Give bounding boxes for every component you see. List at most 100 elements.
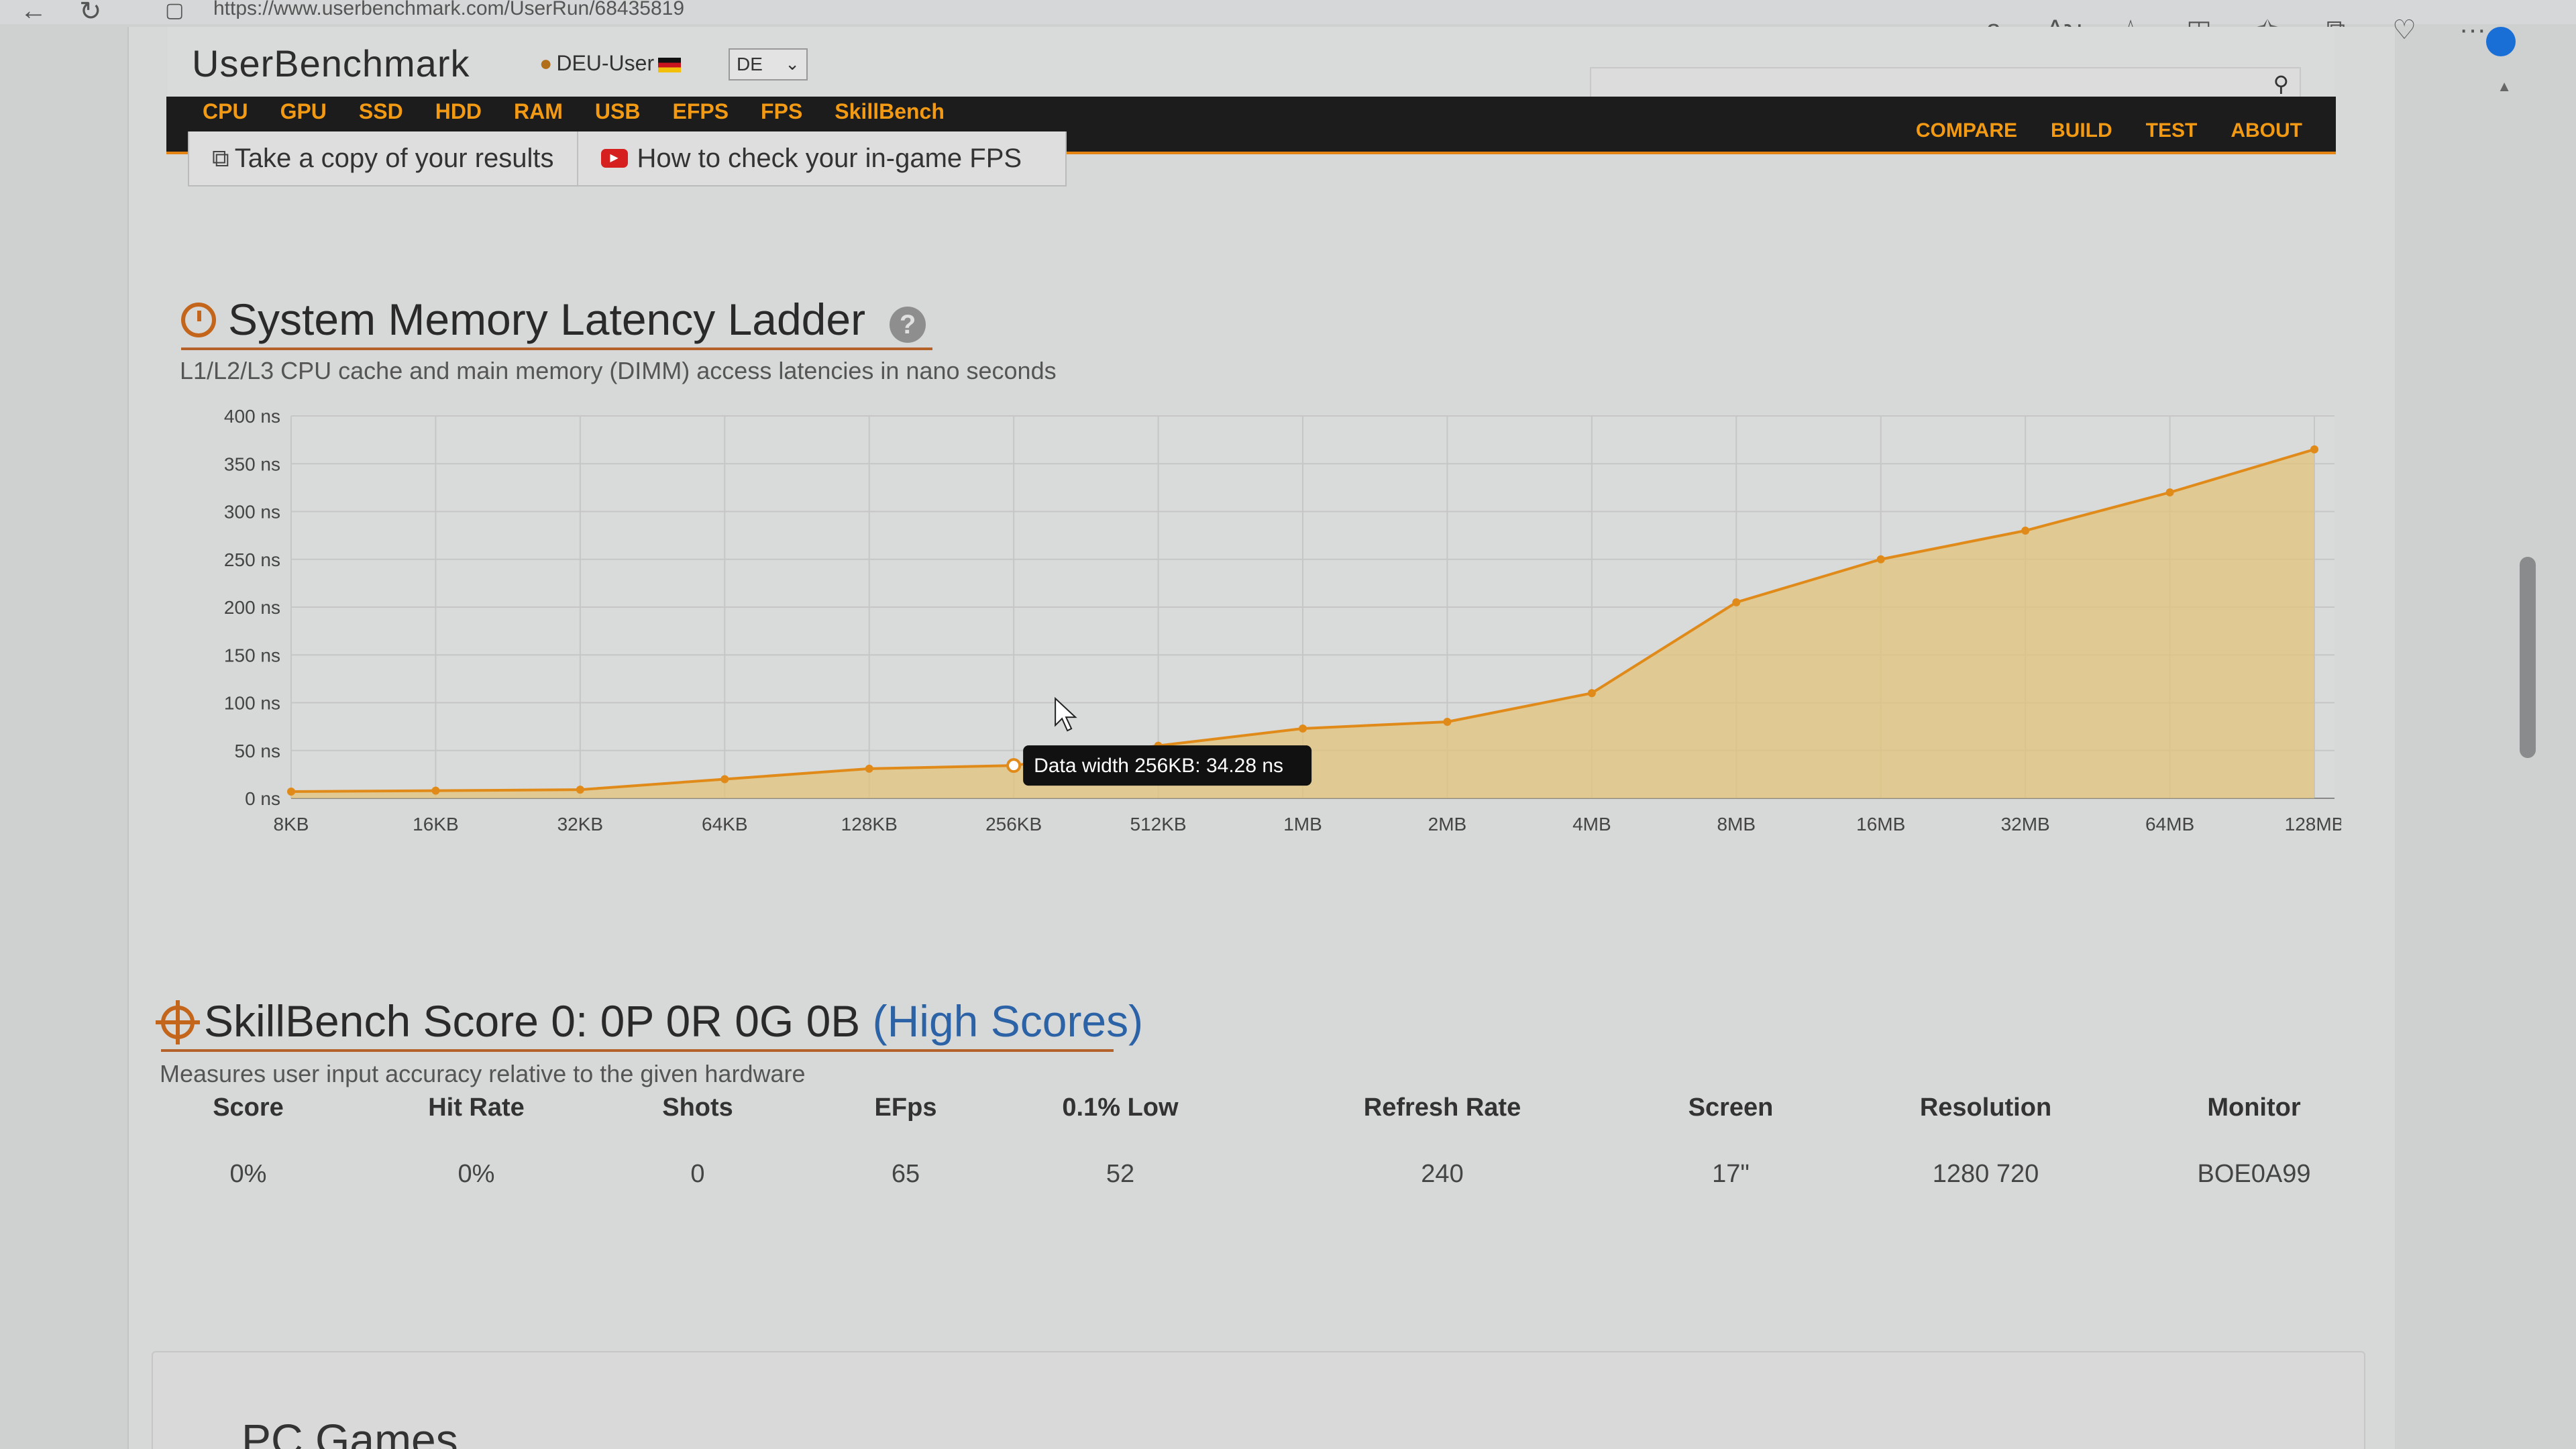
youtube-play-icon: ▶ <box>600 149 628 168</box>
page-info-icon[interactable]: ▢ <box>165 0 184 22</box>
nav-test[interactable]: TEST <box>2146 119 2198 142</box>
site-logo[interactable]: UserBenchmark <box>192 42 470 85</box>
data-point <box>2310 445 2318 453</box>
y-tick-label: 250 ns <box>224 549 280 570</box>
x-tick-label: 32MB <box>2001 814 2050 835</box>
back-icon[interactable]: ← <box>20 0 47 26</box>
data-point <box>1006 758 1022 773</box>
copy-results-tab[interactable]: ⧉ Take a copy of your results <box>189 131 577 185</box>
crosshair-icon <box>156 1000 200 1044</box>
nav-compare[interactable]: COMPARE <box>1916 119 2017 142</box>
col-refresh-rate: Refresh Rate 240 <box>1328 1093 1556 1189</box>
nav-skillbench[interactable]: SkillBench <box>835 99 945 124</box>
y-tick-label: 50 ns <box>235 741 281 761</box>
x-tick-label: 128KB <box>841 814 898 835</box>
x-tick-label: 256KB <box>985 814 1042 835</box>
y-tick-label: 200 ns <box>224 597 280 618</box>
col-value: 0% <box>458 1160 495 1188</box>
data-point <box>1732 598 1741 606</box>
copy-results-label: Take a copy of your results <box>234 143 554 173</box>
more-menu-icon[interactable]: ··· <box>2457 15 2489 84</box>
language-value: DE <box>737 54 763 74</box>
x-tick-label: 64KB <box>702 814 748 835</box>
fps-guide-tab[interactable]: ▶ How to check your in-game FPS <box>576 131 1045 185</box>
y-tick-label: 0 ns <box>245 788 280 809</box>
x-tick-label: 2MB <box>1428 814 1467 835</box>
tooltip-text: Data width 256KB: 34.28 ns <box>1034 755 1283 777</box>
nav-usb[interactable]: USB <box>595 99 641 124</box>
col-header: 0.1% Low <box>1062 1093 1179 1122</box>
y-tick-label: 300 ns <box>224 502 280 523</box>
skillbench-subtitle: Measures user input accuracy relative to… <box>160 1060 806 1087</box>
x-tick-label: 8MB <box>1717 814 1756 835</box>
col-header: Monitor <box>2207 1093 2301 1122</box>
y-tick-label: 100 ns <box>224 693 280 714</box>
col-value: 1280 720 <box>1932 1160 2039 1188</box>
col-score: Score 0% <box>174 1093 322 1189</box>
language-select[interactable]: DE ⌄ <box>729 48 808 80</box>
col-efps: EFps 65 <box>832 1093 979 1189</box>
x-tick-label: 16KB <box>413 814 459 835</box>
search-icon[interactable]: ⚲ <box>2273 71 2289 97</box>
data-point <box>1299 724 1307 733</box>
col-header: EFps <box>874 1093 937 1122</box>
user-chip[interactable]: ● DEU-User <box>539 51 682 76</box>
col-monitor: Monitor BOE0A99 <box>2147 1093 2361 1189</box>
col-low: 0.1% Low 52 <box>1020 1093 1221 1189</box>
x-tick-label: 8KB <box>274 814 309 835</box>
data-point <box>576 786 584 794</box>
help-icon[interactable]: ? <box>890 307 926 343</box>
scrollbar-thumb[interactable] <box>2520 557 2536 758</box>
data-point <box>865 764 873 773</box>
data-point <box>287 788 295 796</box>
pc-games-card <box>152 1351 2365 1449</box>
x-tick-label: 4MB <box>1572 814 1611 835</box>
german-flag-icon <box>658 57 682 72</box>
nav-ram[interactable]: RAM <box>514 99 563 124</box>
nav-efps[interactable]: EFPS <box>672 99 729 124</box>
col-value: 0 <box>690 1160 705 1188</box>
col-header: Screen <box>1688 1093 1774 1122</box>
address-bar[interactable]: https://www.userbenchmark.com/UserRun/68… <box>213 0 684 20</box>
latency-title: System Memory Latency Ladder? <box>181 294 932 350</box>
x-tick-label: 32KB <box>557 814 604 835</box>
nav-cpu[interactable]: CPU <box>203 99 248 124</box>
scroll-up-arrow-icon[interactable]: ▲ <box>2497 78 2512 95</box>
col-value: 52 <box>1106 1160 1135 1188</box>
col-header: Refresh Rate <box>1363 1093 1521 1122</box>
copilot-icon[interactable] <box>2486 27 2516 56</box>
high-scores-link[interactable]: (High Scores) <box>873 996 1143 1046</box>
col-screen: Screen 17" <box>1637 1093 1825 1189</box>
x-tick-label: 1MB <box>1283 814 1322 835</box>
col-value: BOE0A99 <box>2197 1160 2311 1188</box>
col-resolution: Resolution 1280 720 <box>1878 1093 2093 1189</box>
data-point <box>1443 718 1452 726</box>
col-header: Hit Rate <box>428 1093 525 1122</box>
pc-games-title: PC Games <box>241 1415 458 1449</box>
reload-icon[interactable]: ↻ <box>79 0 102 27</box>
data-point <box>1587 689 1596 698</box>
site-header: UserBenchmark ● DEU-User DE ⌄ ⚲ <box>168 27 2334 102</box>
x-tick-label: 64MB <box>2145 814 2194 835</box>
latency-title-text: System Memory Latency Ladder <box>228 294 866 344</box>
col-value: 240 <box>1421 1160 1464 1188</box>
y-tick-label: 350 ns <box>224 453 280 474</box>
data-point <box>2165 488 2174 496</box>
data-point <box>2021 527 2030 535</box>
data-point <box>720 775 729 784</box>
copy-icon: ⧉ <box>212 144 229 172</box>
user-name: DEU-User <box>556 51 655 75</box>
y-tick-label: 400 ns <box>224 406 280 427</box>
nav-about[interactable]: ABOUT <box>2231 119 2302 142</box>
y-tick-label: 150 ns <box>224 645 280 665</box>
col-hit-rate: Hit Rate 0% <box>389 1093 564 1189</box>
nav-fps[interactable]: FPS <box>761 99 802 124</box>
nav-build[interactable]: BUILD <box>2051 119 2112 142</box>
col-shots: Shots 0 <box>617 1093 778 1189</box>
nav-gpu[interactable]: GPU <box>280 99 327 124</box>
col-header: Resolution <box>1919 1093 2052 1122</box>
col-header: Shots <box>662 1093 733 1122</box>
x-tick-label: 128MB <box>2285 814 2341 835</box>
nav-hdd[interactable]: HDD <box>435 99 482 124</box>
nav-ssd[interactable]: SSD <box>359 99 403 124</box>
